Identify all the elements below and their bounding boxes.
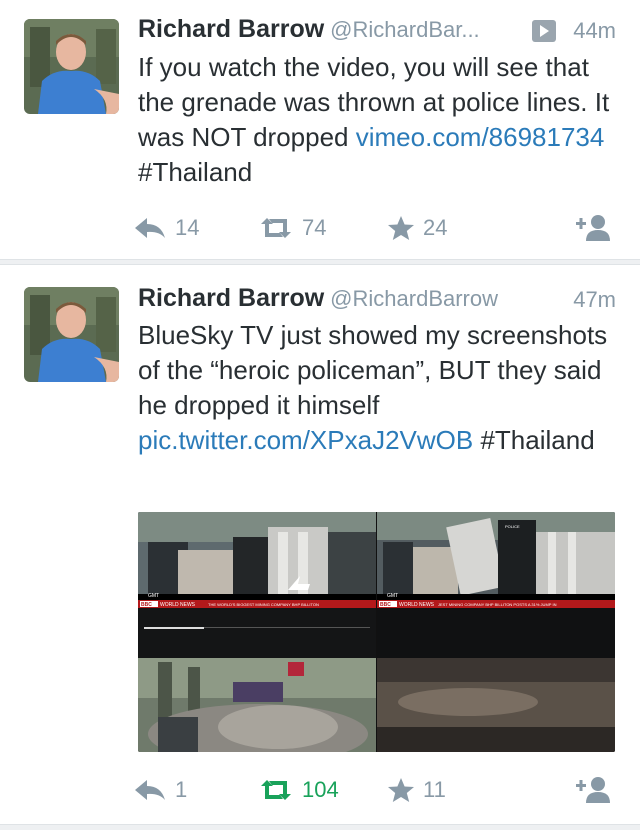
author-handle[interactable]: @RichardBarrow	[330, 286, 498, 311]
hashtag[interactable]: #Thailand	[138, 157, 252, 187]
favorite-icon	[388, 216, 414, 240]
police-label: POLICE	[505, 524, 520, 529]
favorite-count: 24	[423, 215, 448, 240]
svg-text:GMT: GMT	[387, 593, 398, 599]
media-badge-icon	[532, 20, 556, 42]
tweet-2[interactable]: Richard Barrow @RichardBarrow 47m BlueSky…	[0, 266, 640, 826]
tweet-header: Richard Barrow @RichardBarrow 47m	[138, 284, 616, 316]
favorite-button[interactable]: 11	[387, 770, 446, 810]
tweet-separator	[0, 259, 640, 265]
avatar[interactable]	[24, 287, 119, 382]
tweet-1[interactable]: Richard Barrow @RichardBar... 44m If you …	[0, 0, 640, 259]
tweet-actions: 1 104 11	[0, 770, 640, 810]
reply-count: 1	[175, 777, 188, 802]
favorite-button[interactable]: 24	[387, 208, 447, 248]
reply-button[interactable]: 1	[133, 770, 187, 810]
reply-button[interactable]: 14	[133, 208, 199, 248]
retweet-icon	[261, 218, 291, 238]
tweet-text: If you watch the video, you will see tha…	[138, 50, 618, 190]
tweet-header: Richard Barrow @RichardBar... 44m	[138, 15, 616, 47]
hashtag[interactable]: #Thailand	[473, 425, 594, 455]
reply-icon	[135, 780, 165, 800]
follow-icon	[576, 215, 610, 241]
follow-button[interactable]	[574, 770, 622, 810]
ticker-left: THE WORLD'S BIGGEST MINING COMPANY BHP B…	[208, 602, 319, 607]
favorite-count: 11	[423, 777, 446, 802]
tweet-body: BlueSky TV just showed my screenshots of…	[138, 320, 608, 420]
author-name[interactable]: Richard Barrow	[138, 15, 324, 43]
tweet-text: BlueSky TV just showed my screenshots of…	[138, 318, 618, 458]
tweet-media-image[interactable]: GMT BBC WORLD NEWS THE WORLD'S BIGGEST M…	[138, 512, 615, 752]
retweet-count: 104	[302, 777, 339, 802]
gmt-label: GMT	[148, 593, 159, 599]
retweet-count: 74	[302, 215, 327, 240]
author-handle[interactable]: @RichardBar...	[330, 17, 480, 42]
reply-icon	[135, 218, 165, 238]
retweet-button[interactable]: 104	[258, 770, 339, 810]
svg-text:BBC: BBC	[380, 602, 391, 608]
tweet-link[interactable]: vimeo.com/86981734	[356, 122, 605, 152]
reply-count: 14	[175, 215, 200, 240]
tweet-actions: 14 74 24	[0, 208, 640, 248]
retweet-button[interactable]: 74	[258, 208, 326, 248]
follow-button[interactable]	[574, 208, 622, 248]
tweet-link[interactable]: pic.twitter.com/XPxaJ2VwOB	[138, 425, 473, 455]
follow-icon	[576, 777, 610, 803]
bbc-label: BBC	[141, 602, 152, 608]
svg-text:WORLD NEWS: WORLD NEWS	[399, 602, 435, 608]
retweet-icon	[261, 780, 291, 800]
avatar[interactable]	[24, 19, 119, 114]
world-news-label: WORLD NEWS	[160, 602, 196, 608]
favorite-icon	[388, 778, 414, 802]
ticker-right: JEST MINING COMPANY BHP BILLITON POSTS A…	[438, 602, 557, 607]
timestamp[interactable]: 44m	[573, 18, 616, 44]
tweet-separator	[0, 824, 640, 830]
timestamp[interactable]: 47m	[573, 287, 616, 313]
author-name[interactable]: Richard Barrow	[138, 284, 324, 312]
